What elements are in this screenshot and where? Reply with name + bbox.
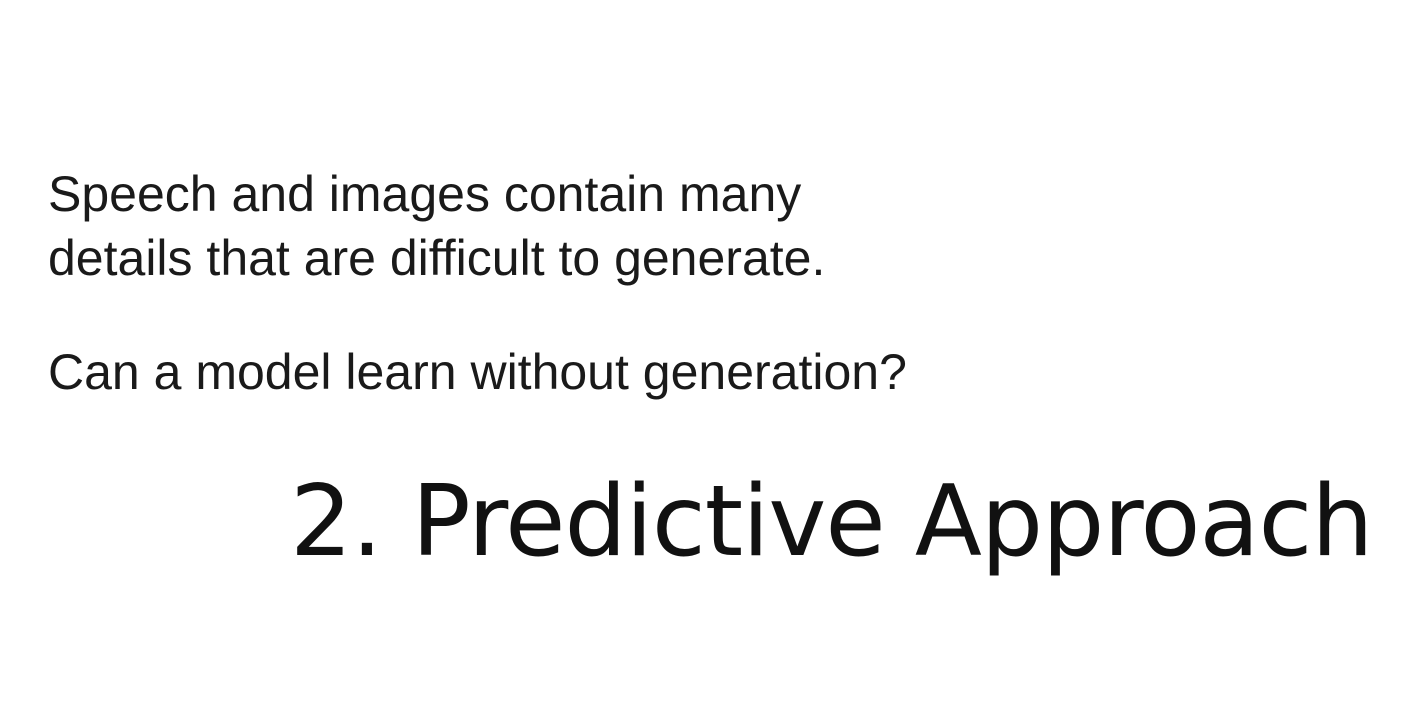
body-paragraph-2: Can a model learn without generation?: [48, 344, 907, 400]
body-paragraph-1: Speech and images contain many details t…: [48, 162, 825, 290]
slide: Speech and images contain many details t…: [0, 0, 1424, 705]
body-paragraph-1-line-2: details that are difficult to generate.: [48, 230, 826, 286]
section-title: 2. Predictive Approach: [290, 465, 1373, 579]
body-paragraph-1-line-1: Speech and images contain many: [48, 166, 802, 222]
